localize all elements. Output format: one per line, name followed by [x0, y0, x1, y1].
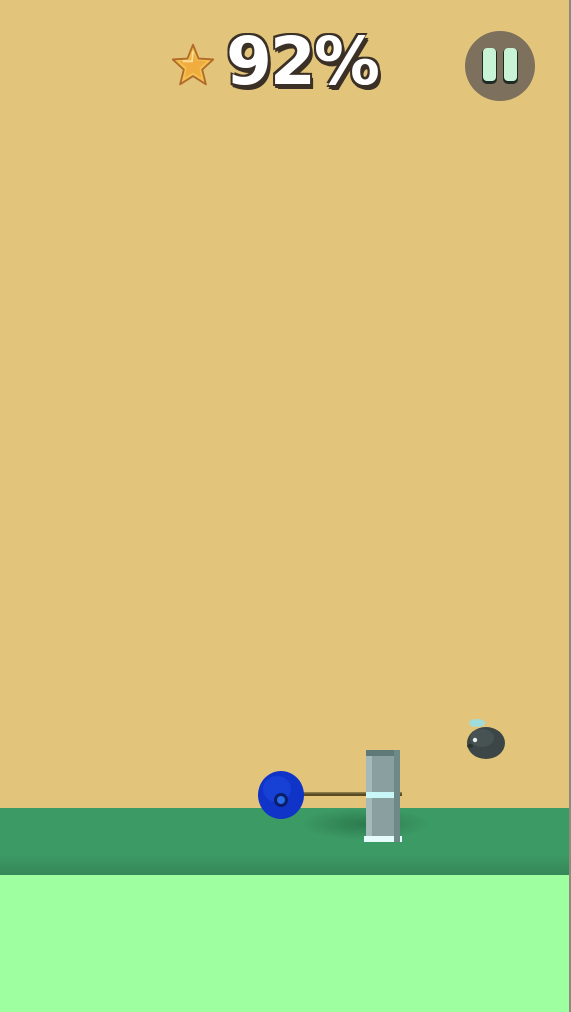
hammer-head: [364, 750, 402, 842]
game-scene[interactable]: 92%: [0, 0, 571, 1012]
ground-shade: [0, 855, 571, 875]
pause-icon: [482, 48, 518, 84]
player-ball[interactable]: [257, 770, 305, 820]
pause-button[interactable]: [465, 31, 535, 101]
star-icon: [171, 43, 215, 86]
ground-base: [0, 875, 571, 1012]
progress-percent: 92%: [226, 23, 380, 100]
fly-enemy: [467, 719, 505, 759]
progress-indicator: 92%: [170, 22, 380, 102]
sky-background: [0, 0, 571, 808]
